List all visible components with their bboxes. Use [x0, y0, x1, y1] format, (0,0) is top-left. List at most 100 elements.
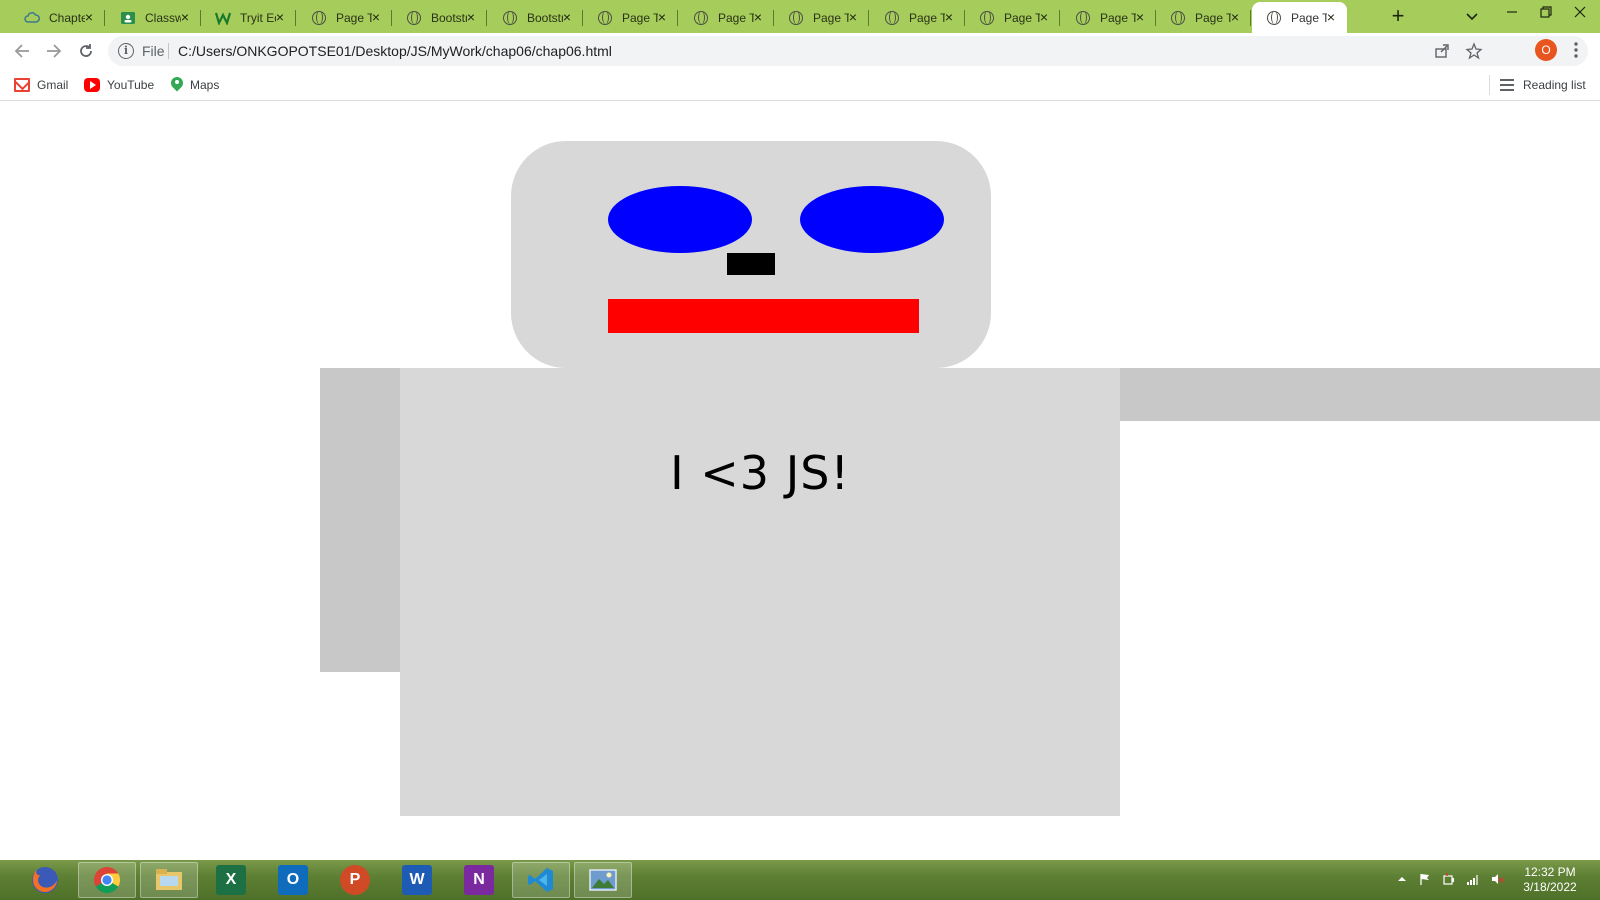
more-vertical-icon: [1574, 42, 1578, 58]
taskbar-powerpoint[interactable]: P: [326, 862, 384, 898]
folder-icon: [156, 869, 182, 890]
new-tab-button[interactable]: +: [1386, 5, 1410, 29]
tab-close-icon[interactable]: ×: [751, 10, 765, 24]
tab-close-icon[interactable]: ×: [1133, 10, 1147, 24]
tab[interactable]: Page Title×: [774, 2, 869, 33]
minimize-button[interactable]: [1497, 2, 1527, 22]
tab-title: Page Title: [813, 10, 849, 25]
tab[interactable]: Page Title×: [1156, 2, 1251, 33]
url-text[interactable]: C:/Users/ONKGOPOTSE01/Desktop/JS/MyWork/…: [178, 43, 612, 59]
tab-divider: [868, 10, 869, 26]
close-window-button[interactable]: [1565, 2, 1595, 22]
volume-icon[interactable]: [1490, 872, 1504, 886]
taskbar-excel[interactable]: X: [202, 862, 260, 898]
tab-close-icon[interactable]: ×: [846, 10, 860, 24]
tab-close-icon[interactable]: ×: [82, 10, 96, 24]
reload-button[interactable]: [76, 41, 96, 61]
bookmarks-bar: Gmail YouTube Maps Reading list: [0, 69, 1600, 101]
globe-icon: [1170, 10, 1186, 26]
speaker-muted-icon: [1492, 874, 1504, 884]
taskbar-onenote[interactable]: N: [450, 862, 508, 898]
bookmark-star-icon[interactable]: [1465, 42, 1483, 60]
taskbar-firefox[interactable]: [16, 862, 74, 898]
globe-icon: [693, 10, 709, 26]
tab-close-icon[interactable]: ×: [178, 10, 192, 24]
robot-body-text: I <3 JS!: [670, 446, 850, 500]
taskbar-file-explorer[interactable]: [140, 862, 198, 898]
more-menu-button[interactable]: [1570, 39, 1582, 61]
back-button[interactable]: [12, 41, 32, 61]
globe-icon: [311, 10, 327, 26]
tab-title: Bootstrap: [527, 10, 563, 25]
tab[interactable]: Classwork×: [106, 2, 201, 33]
robot-head: [511, 141, 991, 368]
tab[interactable]: Bootstrap×: [488, 2, 583, 33]
windows-taskbar: X O P W N 12:32 PM 3/18/2022: [0, 860, 1600, 900]
arrow-left-icon: [14, 44, 29, 58]
taskbar-word[interactable]: W: [388, 862, 446, 898]
tab-close-icon[interactable]: ×: [1228, 10, 1242, 24]
tab[interactable]: Page Title×: [583, 2, 678, 33]
tab[interactable]: Chapter×: [10, 2, 105, 33]
info-icon[interactable]: i: [118, 43, 134, 59]
tab[interactable]: Page Title×: [965, 2, 1060, 33]
robot-left-arm: [320, 368, 400, 672]
tab-close-icon[interactable]: ×: [1037, 10, 1051, 24]
tab[interactable]: Page Title×: [679, 2, 774, 33]
restore-button[interactable]: [1530, 2, 1560, 22]
vscode-icon: [528, 868, 553, 892]
taskbar-photos[interactable]: [574, 862, 632, 898]
tab-title: Page Title: [718, 10, 754, 25]
tab-close-icon[interactable]: ×: [560, 10, 574, 24]
clock-date: 3/18/2022: [1523, 880, 1577, 894]
classroom-icon: [120, 10, 136, 26]
profile-avatar[interactable]: O: [1535, 39, 1557, 61]
tab-title: Chapter: [49, 10, 85, 25]
tab-close-icon[interactable]: ×: [1324, 10, 1338, 24]
taskbar-vscode[interactable]: [512, 862, 570, 898]
taskbar-chrome[interactable]: [78, 862, 136, 898]
close-icon: [1574, 6, 1586, 18]
tab-active[interactable]: Page Title×: [1252, 2, 1347, 33]
tab-close-icon[interactable]: ×: [655, 10, 669, 24]
chrome-icon: [94, 867, 121, 894]
firefox-icon: [32, 867, 58, 893]
tab-close-icon[interactable]: ×: [273, 10, 287, 24]
tab[interactable]: Page Title×: [1061, 2, 1156, 33]
tab[interactable]: Page Title×: [297, 2, 392, 33]
globe-icon: [597, 10, 613, 26]
tab[interactable]: Bootstrap×: [392, 2, 487, 33]
tab-divider: [677, 10, 678, 26]
tab-search-button[interactable]: [1464, 8, 1480, 24]
bookmark-label: YouTube: [107, 78, 155, 92]
photos-icon: [589, 869, 617, 891]
maps-icon: [171, 77, 183, 93]
share-icon[interactable]: [1433, 42, 1451, 60]
network-icon[interactable]: [1466, 872, 1480, 886]
reading-list-button[interactable]: Reading list: [1500, 76, 1586, 94]
bookmark-youtube[interactable]: YouTube: [84, 76, 154, 94]
tab-title: Page Title: [336, 10, 372, 25]
action-center-icon[interactable]: [1418, 872, 1432, 886]
battery-plug-icon: [1443, 873, 1454, 885]
tab[interactable]: Page Title×: [870, 2, 965, 33]
tab[interactable]: Tryit Editor×: [201, 2, 296, 33]
bookmark-gmail[interactable]: Gmail: [14, 76, 68, 94]
tab-close-icon[interactable]: ×: [464, 10, 478, 24]
power-icon[interactable]: [1442, 872, 1456, 886]
system-clock[interactable]: 12:32 PM 3/18/2022: [1510, 865, 1590, 895]
tab-close-icon[interactable]: ×: [942, 10, 956, 24]
page-viewport: I <3 JS!: [0, 102, 1600, 860]
taskbar-outlook[interactable]: O: [264, 862, 322, 898]
show-hidden-icons-button[interactable]: [1395, 872, 1409, 886]
tab-divider: [1250, 10, 1251, 26]
globe-icon: [1266, 10, 1282, 26]
forward-button[interactable]: [44, 41, 64, 61]
tab-close-icon[interactable]: ×: [369, 10, 383, 24]
reload-icon: [80, 44, 92, 57]
bookmark-maps[interactable]: Maps: [171, 76, 219, 94]
browser-toolbar: i File C:/Users/ONKGOPOTSE01/Desktop/JS/…: [0, 33, 1600, 69]
onenote-icon: N: [464, 865, 494, 895]
address-bar[interactable]: i File C:/Users/ONKGOPOTSE01/Desktop/JS/…: [108, 36, 1588, 66]
powerpoint-icon: P: [340, 865, 370, 895]
